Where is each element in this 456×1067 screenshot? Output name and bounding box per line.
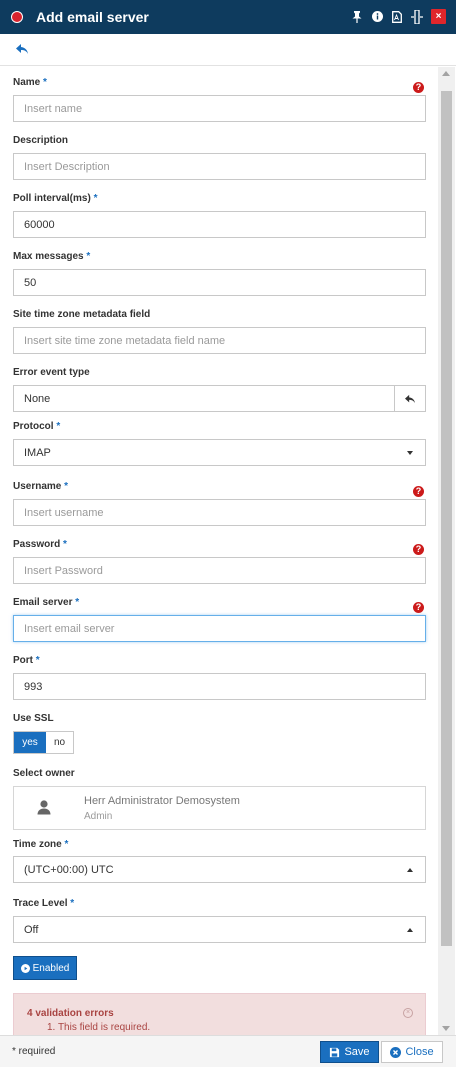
protocol-value: IMAP bbox=[24, 446, 51, 459]
description-input[interactable]: Insert Description bbox=[13, 153, 426, 180]
close-label: Close bbox=[405, 1046, 434, 1058]
title-actions: × bbox=[351, 9, 446, 24]
protocol-select[interactable]: IMAP bbox=[13, 439, 426, 466]
name-label: Name * bbox=[13, 77, 47, 88]
info-icon[interactable] bbox=[371, 10, 383, 24]
site-tz-field-label: Site time zone metadata field bbox=[13, 309, 151, 320]
use-ssl-toggle: yes no bbox=[13, 731, 74, 754]
time-zone-value: (UTC+00:00) UTC bbox=[24, 863, 114, 876]
chevron-up-icon bbox=[407, 928, 413, 932]
error-event-type-value: None bbox=[24, 392, 51, 405]
description-label: Description bbox=[13, 135, 69, 146]
resize-icon[interactable] bbox=[411, 9, 423, 24]
play-icon bbox=[20, 963, 30, 973]
status-dot-icon bbox=[11, 11, 23, 23]
username-input[interactable]: Insert username bbox=[13, 499, 426, 526]
close-icon[interactable]: × bbox=[403, 1008, 413, 1018]
use-ssl-label: Use SSL bbox=[13, 713, 54, 724]
error-event-type-reset-button[interactable] bbox=[394, 385, 425, 412]
validation-errors: 4 validation errors 1. This field is req… bbox=[13, 993, 426, 1035]
window-title: Add email server bbox=[36, 9, 149, 25]
chevron-down-icon bbox=[407, 451, 413, 455]
name-input[interactable]: Insert name bbox=[13, 95, 426, 122]
poll-interval-label: Poll interval(ms) * bbox=[13, 193, 98, 204]
name-help-icon[interactable]: ? bbox=[413, 82, 424, 93]
scrollbar[interactable] bbox=[438, 67, 455, 1035]
owner-role: Admin bbox=[84, 811, 113, 822]
username-help-icon[interactable]: ? bbox=[413, 486, 424, 497]
time-zone-select[interactable]: (UTC+00:00) UTC bbox=[13, 856, 426, 883]
pin-icon[interactable] bbox=[351, 10, 363, 24]
back-arrow-icon[interactable] bbox=[15, 43, 31, 57]
use-ssl-yes-button[interactable]: yes bbox=[14, 732, 46, 753]
save-icon bbox=[330, 1047, 340, 1057]
poll-interval-input[interactable]: 60000 bbox=[13, 211, 426, 238]
close-icon[interactable]: × bbox=[431, 9, 446, 24]
email-server-help-icon[interactable]: ? bbox=[413, 602, 424, 613]
enabled-button[interactable]: Enabled bbox=[13, 956, 77, 980]
owner-name: Herr Administrator Demosystem bbox=[84, 795, 240, 807]
required-note: * required bbox=[12, 1046, 56, 1057]
port-input[interactable]: 993 bbox=[13, 673, 426, 700]
error-event-type-input[interactable]: None bbox=[13, 385, 426, 412]
email-server-input[interactable]: Insert email server bbox=[13, 615, 426, 642]
title-bar: Add email server × bbox=[0, 0, 456, 34]
validation-item: 1. This field is required. bbox=[47, 1022, 151, 1033]
email-server-label: Email server * bbox=[13, 597, 80, 608]
owner-label: Select owner bbox=[13, 768, 75, 779]
footer: * required Save Close bbox=[0, 1035, 456, 1067]
trace-level-value: Off bbox=[24, 923, 39, 936]
port-label: Port * bbox=[13, 655, 40, 666]
save-label: Save bbox=[344, 1046, 370, 1058]
validation-title: 4 validation errors bbox=[27, 1008, 114, 1019]
pdf-icon[interactable] bbox=[391, 10, 403, 24]
max-messages-input[interactable]: 50 bbox=[13, 269, 426, 296]
scroll-down-icon[interactable] bbox=[442, 1026, 450, 1031]
time-zone-label: Time zone * bbox=[13, 839, 69, 850]
close-circle-icon bbox=[390, 1046, 402, 1058]
chevron-up-icon bbox=[407, 868, 413, 872]
scroll-up-icon[interactable] bbox=[442, 71, 450, 76]
max-messages-label: Max messages * bbox=[13, 251, 91, 262]
enabled-label: Enabled bbox=[32, 962, 70, 974]
user-icon bbox=[36, 799, 52, 816]
trace-level-select[interactable]: Off bbox=[13, 916, 426, 943]
form-scroll-area: Name * ? Insert name Description Insert … bbox=[0, 67, 438, 1035]
toolbar bbox=[0, 34, 456, 66]
scroll-thumb[interactable] bbox=[441, 91, 452, 946]
back-arrow-icon bbox=[405, 394, 415, 403]
password-input[interactable]: Insert Password bbox=[13, 557, 426, 584]
username-label: Username * bbox=[13, 481, 69, 492]
save-button[interactable]: Save bbox=[320, 1041, 379, 1063]
site-tz-field-input[interactable]: Insert site time zone metadata field nam… bbox=[13, 327, 426, 354]
password-label: Password * bbox=[13, 539, 67, 550]
protocol-label: Protocol * bbox=[13, 421, 61, 432]
owner-card[interactable]: Herr Administrator Demosystem Admin bbox=[13, 786, 426, 830]
close-button[interactable]: Close bbox=[381, 1041, 443, 1063]
trace-level-label: Trace Level * bbox=[13, 898, 75, 909]
password-help-icon[interactable]: ? bbox=[413, 544, 424, 555]
use-ssl-no-button[interactable]: no bbox=[46, 732, 73, 753]
error-event-type-label: Error event type bbox=[13, 367, 90, 378]
